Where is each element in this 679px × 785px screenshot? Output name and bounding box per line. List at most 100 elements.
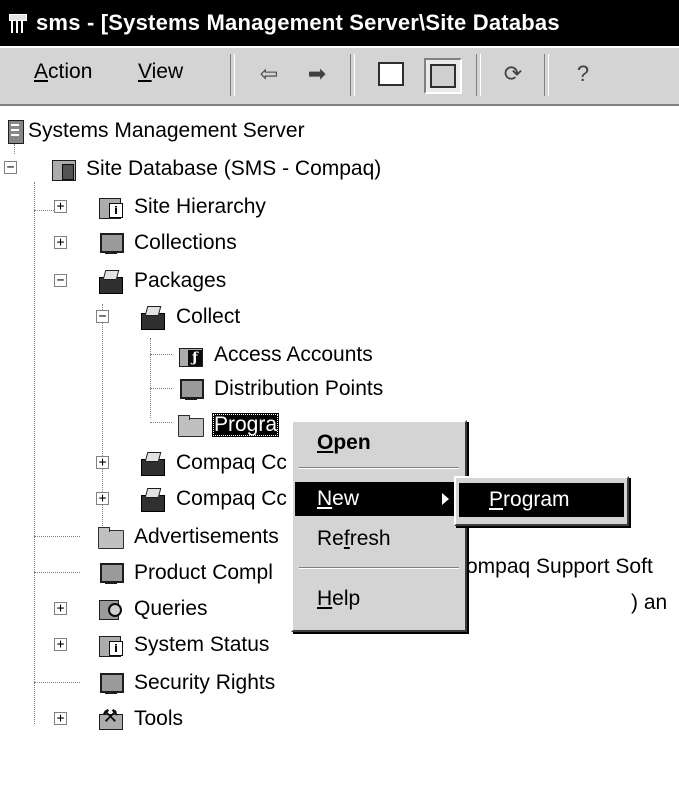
menu-separator [299,467,459,469]
distribution-points-icon [176,376,206,402]
security-rights-icon [96,670,126,696]
menu-action[interactable]: Action [34,60,92,84]
packages-icon [96,268,126,294]
help-icon: ? [576,61,590,86]
menu-label: ew [332,487,360,510]
forward-button[interactable]: ➡ [300,58,334,90]
toolbar-separator [476,54,481,96]
menu-accel: O [317,431,334,454]
tree-item-label: Collect [176,305,241,328]
expand-toggle[interactable]: + [54,200,67,213]
menu-accel: H [317,587,333,610]
refresh-button[interactable]: ⟳ [496,58,530,90]
tree-item-site-database[interactable]: Site Database (SMS - Compaq) [48,152,383,186]
tree-item-label: Site Database (SMS - Compaq) [86,157,382,180]
tree-item-distribution-points[interactable]: Distribution Points [176,372,385,406]
submenu-program[interactable]: Program [459,483,624,517]
up-one-level-icon [378,62,404,86]
access-accounts-icon [176,342,206,368]
package-icon [138,450,168,476]
tools-icon [96,706,126,732]
tree-item-sms-root[interactable]: Systems Management Server [2,114,307,148]
collapse-toggle[interactable]: − [4,161,17,174]
tree-item-compaq-2[interactable]: Compaq Cc [138,482,289,516]
tree-item-collections[interactable]: Collections [96,226,239,260]
menu-view-accel: V [138,60,152,83]
tree-item-queries[interactable]: Queries [96,592,210,626]
tree-item-label: Compaq Cc [176,487,287,510]
tree-item-label: Security Rights [134,671,276,694]
menu-action-accel: A [34,60,49,83]
queries-icon [96,596,126,622]
tree-item-security-rights[interactable]: Security Rights [96,666,277,700]
tree-item-label: Access Accounts [214,343,373,366]
menu-label: Re [317,527,344,550]
tree-item-product-compliance[interactable]: Product Compl [96,556,275,590]
window-title: sms - [Systems Management Server\Site Da… [36,10,560,35]
site-hierarchy-icon [96,194,126,220]
tree-item-label: Collections [134,231,237,254]
tree-connector [34,210,54,211]
tree-item-label-overflow: ) an [631,591,668,614]
tree-item-label: Product Compl [134,561,273,584]
tree-connector [150,338,151,418]
tree-item-packages[interactable]: Packages [96,264,228,298]
context-menu-help[interactable]: Help [295,582,463,616]
menu-label: rogram [503,488,570,511]
help-button[interactable]: ? [566,58,600,90]
package-icon [138,304,168,330]
expand-toggle[interactable]: + [96,492,109,505]
tree-item-label: Tools [134,707,184,730]
submenu-arrow-icon [442,493,449,505]
tree-item-programs[interactable]: Progra [176,408,280,442]
forward-icon: ➡ [307,61,327,86]
toolbar-separator [230,54,235,96]
tree-item-compaq-1[interactable]: Compaq Cc [138,446,289,480]
toolbar-separator [544,54,549,96]
collapse-toggle[interactable]: − [54,274,67,287]
product-compliance-icon [96,560,126,586]
tree-item-advertisements[interactable]: Advertisements [96,520,281,554]
expand-toggle[interactable]: + [54,638,67,651]
tree-item-label: Progra [212,413,280,437]
collections-icon [96,230,126,256]
tree-item-label: System Status [134,633,270,656]
system-status-icon [96,632,126,658]
tree-item-label: Queries [134,597,208,620]
tree-item-tools[interactable]: Tools [96,702,185,736]
tree-item-label-overflow: ompaq Support Soft [466,555,653,578]
show-hide-tree-button[interactable] [424,58,462,94]
tree-connector [34,682,80,683]
menu-label: elp [332,587,361,610]
title-bar: sms - [Systems Management Server\Site Da… [0,0,679,46]
tree-connector [34,536,80,537]
context-menu-new[interactable]: New [295,482,463,516]
tree-connector [150,354,172,355]
tree-item-access-accounts[interactable]: Access Accounts [176,338,375,372]
site-database-icon [48,156,78,182]
menu-label: resh [349,527,391,550]
context-menu-refresh[interactable]: Re f resh [295,522,463,556]
tree-connector [34,182,35,724]
sms-app-icon[interactable] [6,12,28,34]
expand-toggle[interactable]: + [54,712,67,725]
show-hide-tree-icon [430,64,456,88]
expand-toggle[interactable]: + [54,236,67,249]
tree-item-collect[interactable]: Collect [138,300,242,334]
tree-item-label: Advertisements [134,525,279,548]
expand-toggle[interactable]: + [54,602,67,615]
collapse-toggle[interactable]: − [96,310,109,323]
expand-toggle[interactable]: + [96,456,109,469]
tree-item-site-hierarchy[interactable]: Site Hierarchy [96,190,268,224]
tree-connector [34,572,80,573]
context-menu-open[interactable]: Open [295,426,463,460]
menu-view[interactable]: View [138,60,183,84]
back-button[interactable]: ⇦ [252,58,286,90]
menu-toolbar: Action View ⇦ ➡ ⟳ ? [0,46,679,106]
tree-item-label: Site Hierarchy [134,195,266,218]
tree-item-system-status[interactable]: System Status [96,628,271,662]
menu-label: pen [333,431,371,454]
context-menu: Open New Re f resh Help [291,420,467,632]
tree-item-label: Systems Management Server [28,119,305,142]
up-one-level-button[interactable] [374,58,408,90]
